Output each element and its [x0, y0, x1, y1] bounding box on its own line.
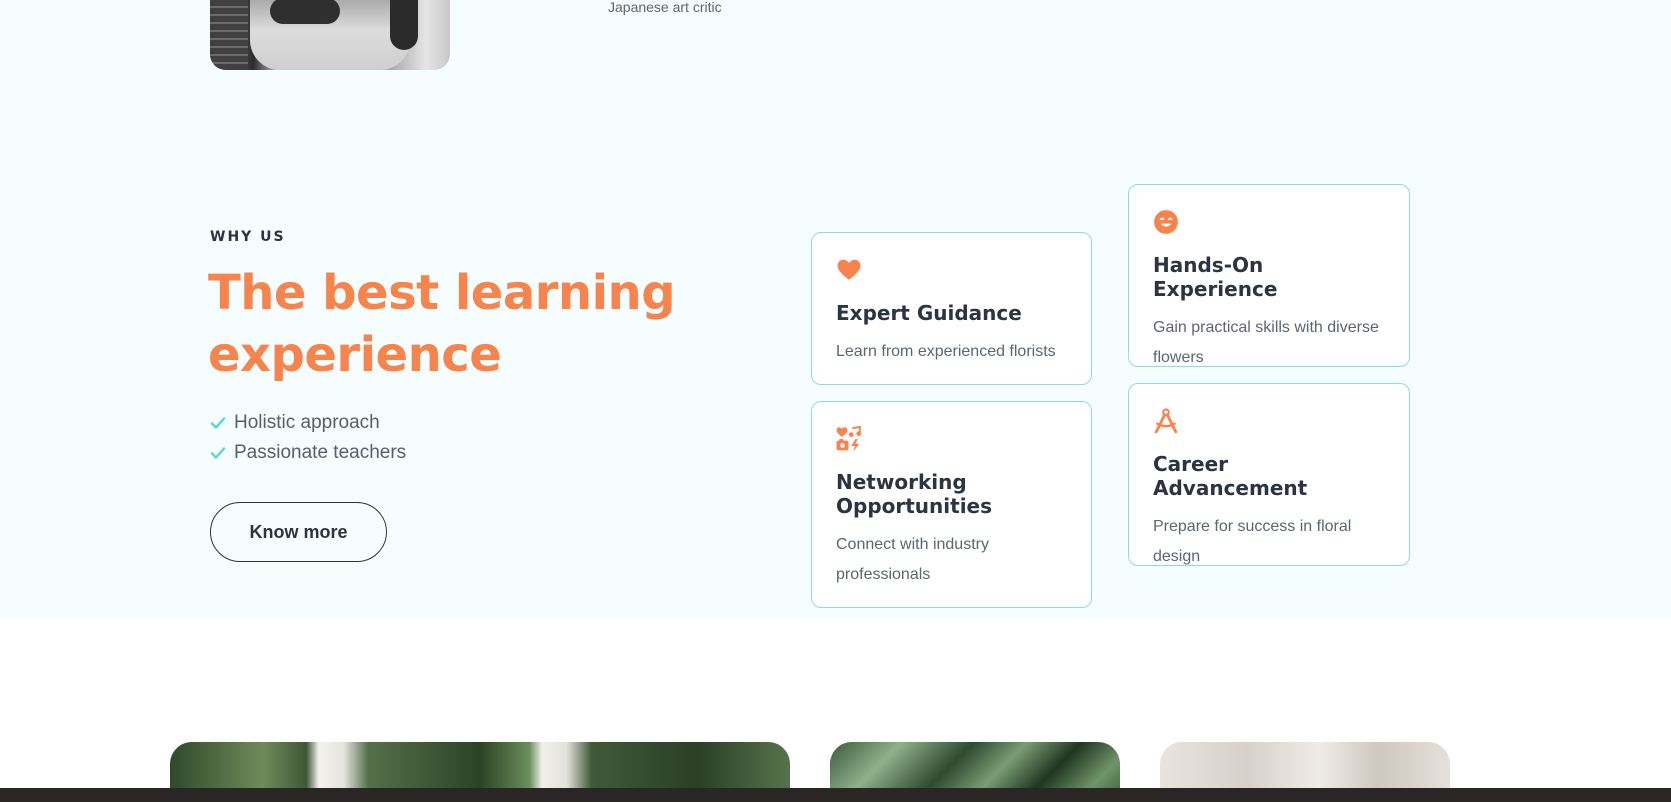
feature-card-hands-on: Hands-On Experience Gain practical skill… [1128, 184, 1410, 367]
section-headline: The best learning experience [208, 265, 676, 383]
feature-card-networking: Networking Opportunities Connect with in… [811, 401, 1092, 608]
card-title: Networking Opportunities [836, 470, 993, 518]
card-description: Gain practical skills with diverse flowe… [1153, 319, 1379, 366]
card-description: Connect with industry professionals [836, 536, 989, 583]
card-title: Hands-On Experience [1153, 253, 1278, 301]
feature-card-expert-guidance: Expert Guidance Learn from experienced f… [811, 232, 1092, 385]
testimonial-caption: Japanese art critic [608, 0, 722, 15]
checklist-item-label: Holistic approach [234, 412, 380, 433]
smile-icon [1154, 210, 1178, 234]
check-icon [210, 417, 226, 429]
compass-drafting-icon [1154, 408, 1178, 434]
taskbar [0, 788, 1671, 802]
checklist-item-label: Passionate teachers [234, 442, 407, 463]
card-title: Career Advancement [1153, 452, 1308, 500]
testimonial-portrait-image [210, 0, 450, 70]
card-description: Prepare for success in floral design [1153, 518, 1352, 565]
card-description: Learn from experienced florists [836, 343, 1056, 360]
section-eyebrow: WHY US [210, 229, 286, 245]
checklist-item: Holistic approach [210, 408, 406, 438]
heart-icon [837, 259, 861, 280]
know-more-button[interactable]: Know more [210, 502, 387, 562]
check-icon [210, 447, 226, 459]
checklist-item: Passionate teachers [210, 438, 406, 468]
card-title: Expert Guidance [836, 301, 1022, 325]
networking-icon [836, 426, 862, 452]
feature-checklist: Holistic approach Passionate teachers [210, 408, 406, 468]
feature-card-career: Career Advancement Prepare for success i… [1128, 383, 1410, 566]
